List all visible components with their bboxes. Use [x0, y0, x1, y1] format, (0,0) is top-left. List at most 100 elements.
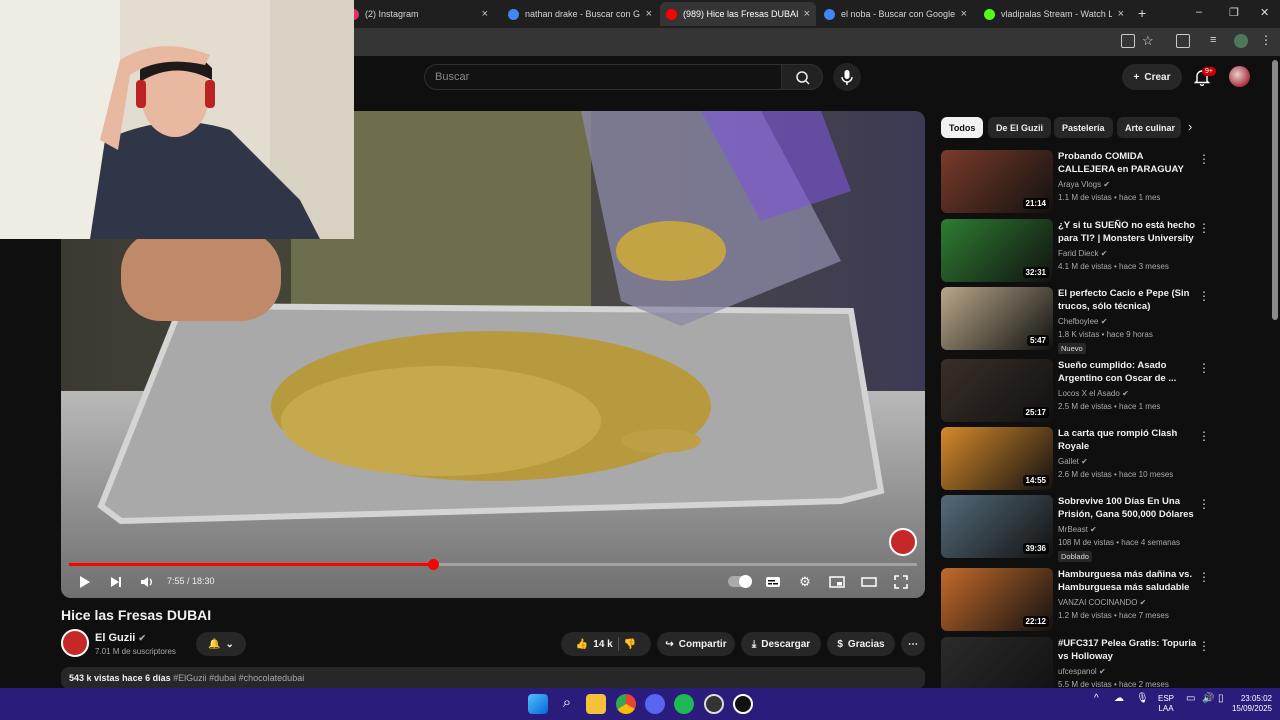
language-indicator[interactable]: ESP LAA — [1158, 694, 1174, 714]
volume-button[interactable] — [139, 574, 155, 590]
more-options-icon[interactable]: ⋮ — [1198, 221, 1210, 235]
recommended-video-title[interactable]: Hamburguesa más dañina vs. Hamburguesa m… — [1058, 568, 1198, 594]
recommended-video[interactable]: 5:47 El perfecto Cacio e Pepe (Sin trucos… — [941, 287, 1261, 354]
close-tab-icon[interactable]: × — [646, 8, 652, 20]
discord-icon[interactable] — [645, 694, 665, 714]
browser-tab[interactable]: vladipalas Stream - Watch Live × — [978, 2, 1130, 26]
microphone-tray-icon[interactable]: 🎙 — [1136, 694, 1149, 704]
more-actions-button[interactable]: ⋯ — [901, 632, 925, 656]
bookmark-star-icon[interactable]: ☆ — [1142, 33, 1154, 49]
clock[interactable]: 23:05:02 15/09/2025 — [1228, 694, 1272, 714]
cast-icon[interactable] — [1121, 34, 1135, 48]
video-progress-bar[interactable] — [69, 559, 917, 570]
recommended-video-title[interactable]: Sueño cumplido: Asado Argentino con Osca… — [1058, 359, 1198, 385]
recommended-video[interactable]: 14:55 La carta que rompió Clash Royale Gal… — [941, 427, 1261, 493]
channel-avatar[interactable] — [61, 629, 89, 657]
start-icon[interactable] — [528, 694, 548, 714]
chip-pastry[interactable]: Pastelería — [1054, 117, 1113, 138]
extensions-icon[interactable] — [1176, 34, 1190, 48]
volume-tray-icon[interactable]: 🔊 — [1202, 694, 1214, 704]
page-scrollbar[interactable] — [1272, 60, 1278, 320]
user-avatar[interactable] — [1229, 66, 1250, 87]
battery-icon[interactable]: ▯ — [1218, 694, 1224, 704]
recommended-video[interactable]: 25:17 Sueño cumplido: Asado Argentino con… — [941, 359, 1261, 425]
recommended-video[interactable]: 39:36 Sobrevive 100 Días En Una Prisión, … — [941, 495, 1261, 562]
close-tab-icon[interactable]: × — [1118, 8, 1124, 20]
create-button[interactable]: + Crear — [1122, 64, 1182, 90]
recommended-channel[interactable]: ufcespanol ✔ — [1058, 667, 1106, 676]
recommended-video-title[interactable]: El perfecto Cacio e Pepe (Sin trucos, só… — [1058, 287, 1198, 313]
recommended-video[interactable]: 22:12 Hamburguesa más dañina vs. Hamburgu… — [941, 568, 1261, 634]
recommended-channel[interactable]: Farid Dieck ✔ — [1058, 249, 1107, 258]
video-thumbnail[interactable]: 32:31 — [941, 219, 1053, 282]
more-options-icon[interactable]: ⋮ — [1198, 570, 1210, 584]
browser-menu-icon[interactable]: ⋮ — [1260, 33, 1272, 47]
minimize-button[interactable]: – — [1196, 6, 1202, 18]
more-options-icon[interactable]: ⋮ — [1198, 289, 1210, 303]
subtitles-button[interactable] — [765, 574, 781, 590]
video-thumbnail[interactable]: 25:17 — [941, 359, 1053, 422]
browser-tab[interactable]: (989) Hice las Fresas DUBAI × — [660, 2, 816, 26]
more-options-icon[interactable]: ⋮ — [1198, 429, 1210, 443]
channel-name[interactable]: El Guzii ✔ — [95, 632, 146, 644]
chip-culinary-art[interactable]: Arte culinar — [1117, 117, 1181, 138]
close-tab-icon[interactable]: × — [961, 8, 967, 20]
close-tab-icon[interactable]: × — [482, 8, 488, 20]
video-thumbnail[interactable]: 39:36 — [941, 495, 1053, 558]
recommended-video-title[interactable]: Sobrevive 100 Días En Una Prisión, Gana … — [1058, 495, 1198, 521]
miniplayer-button[interactable] — [829, 574, 845, 590]
chrome-icon[interactable] — [616, 694, 636, 714]
thanks-button[interactable]: $ Gracias — [827, 632, 895, 656]
next-button[interactable] — [108, 574, 124, 590]
search-icon[interactable]: ⌕ — [557, 694, 577, 714]
close-tab-icon[interactable]: × — [804, 8, 810, 20]
chip-from-channel[interactable]: De El Guzii — [988, 117, 1052, 138]
maximize-button[interactable]: ❐ — [1229, 6, 1239, 19]
fullscreen-button[interactable] — [893, 574, 909, 590]
browser-tab[interactable]: el noba - Buscar con Google × — [818, 2, 973, 26]
browser-tab[interactable]: nathan drake - Buscar con Goo × — [502, 2, 658, 26]
share-button[interactable]: ↪ Compartir — [657, 632, 735, 656]
recommended-channel[interactable]: Chefboylee ✔ — [1058, 317, 1107, 326]
dislike-button[interactable]: 👎 — [624, 639, 636, 650]
recommended-video[interactable]: 32:31 ¿Y si tu SUEÑO no está hecho para T… — [941, 219, 1261, 285]
file-explorer-icon[interactable] — [586, 694, 606, 714]
media-controls-icon[interactable]: ≡ — [1210, 34, 1216, 46]
recommended-video-title[interactable]: ¿Y si tu SUEÑO no está hecho para TI? | … — [1058, 219, 1198, 246]
recommended-channel[interactable]: VANZAI COCINANDO ✔ — [1058, 598, 1146, 607]
more-options-icon[interactable]: ⋮ — [1198, 152, 1210, 166]
chip-all[interactable]: Todos — [941, 117, 984, 138]
recommended-channel[interactable]: MrBeast ✔ — [1058, 525, 1097, 534]
tray-chevron-icon[interactable]: ^ — [1094, 694, 1099, 704]
recommended-video-title[interactable]: La carta que rompió Clash Royale — [1058, 427, 1198, 453]
spotify-icon[interactable] — [674, 694, 694, 714]
recommended-channel[interactable]: Gallet ✔ — [1058, 457, 1088, 466]
settings-button[interactable]: ⚙ — [797, 574, 813, 590]
video-thumbnail[interactable]: 22:12 — [941, 568, 1053, 631]
theater-mode-button[interactable] — [861, 574, 877, 590]
video-thumbnail[interactable]: 21:14 — [941, 150, 1053, 213]
video-thumbnail[interactable]: 14:55 — [941, 427, 1053, 490]
recommended-video-title[interactable]: #UFC317 Pelea Gratis: Topuria vs Hollowa… — [1058, 637, 1198, 663]
app-icon[interactable] — [733, 694, 753, 714]
recommended-video-title[interactable]: Probando COMIDA CALLEJERA en PARAGUAY 🇵🇾 — [1058, 150, 1198, 177]
autoplay-toggle[interactable] — [728, 575, 752, 588]
download-button[interactable]: ⤓ Descargar — [741, 632, 821, 656]
voice-search-button[interactable] — [833, 63, 861, 91]
video-thumbnail[interactable]: 5:47 — [941, 287, 1053, 350]
obs-icon[interactable] — [704, 694, 724, 714]
chips-next-icon[interactable]: › — [1188, 119, 1192, 134]
more-options-icon[interactable]: ⋮ — [1198, 361, 1210, 375]
profile-icon[interactable] — [1234, 34, 1248, 48]
notification-bell-button[interactable]: 🔔 ⌄ — [196, 632, 246, 656]
search-button[interactable] — [781, 64, 823, 90]
network-icon[interactable]: ▭ — [1186, 694, 1195, 704]
description-box[interactable]: 543 k vistas hace 6 días #ElGuzii #dubai… — [61, 667, 925, 689]
cloud-icon[interactable]: ☁ — [1114, 694, 1124, 704]
recommended-video[interactable]: 21:14 Probando COMIDA CALLEJERA en PARAGU… — [941, 150, 1261, 216]
browser-tab[interactable]: (2) Instagram × — [342, 2, 494, 26]
progress-scrubber[interactable] — [427, 559, 439, 570]
play-button[interactable] — [76, 574, 92, 590]
like-button[interactable]: 👍 14 k — [576, 639, 613, 650]
recommended-channel[interactable]: Araya Vlogs ✔ — [1058, 180, 1110, 189]
